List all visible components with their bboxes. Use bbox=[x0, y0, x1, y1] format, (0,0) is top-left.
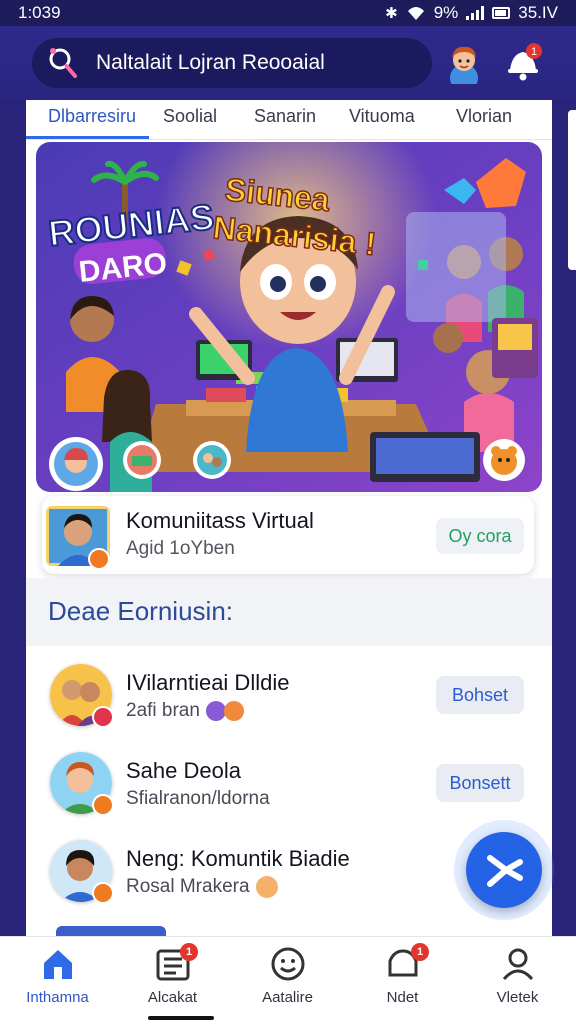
app-header: Naltalait Lojran Reooaial 1 bbox=[0, 26, 576, 100]
emoji-icon bbox=[255, 876, 278, 898]
bottom-nav: Inthamna 1 Alcakat Aatalire 1 Ndet Vlete… bbox=[0, 936, 576, 1024]
profile-icon bbox=[502, 948, 534, 981]
nav-label-chat: Ndet bbox=[386, 989, 419, 1006]
community-card[interactable]: Komuniitass Virtual Agid 1oYben Oy cora bbox=[42, 496, 534, 574]
list-item[interactable]: IVilarntieai Dlldie 2afi bran Bohset bbox=[26, 652, 552, 740]
list-item-title: Sahe Deola bbox=[126, 758, 241, 783]
search-text: Naltalait Lojran Reooaial bbox=[96, 51, 325, 74]
main-panel: Dlbarresiru Soolial Sanarin Vituoma Vlor… bbox=[26, 100, 552, 940]
list-item-button[interactable]: Bohset bbox=[436, 676, 524, 714]
banner-mascot-icon[interactable] bbox=[482, 438, 526, 482]
list-item[interactable]: Sahe Deola Sfialranon/ldorna Bonsett bbox=[26, 740, 552, 828]
status-time: 1:039 bbox=[18, 3, 61, 22]
list-item-subtitle: Sfialranon/ldorna bbox=[126, 788, 270, 809]
list-item-subtitle: 2afi bran bbox=[126, 700, 244, 722]
community-badge-icon bbox=[88, 548, 110, 570]
banner-illustration: ROUNIAS DARO Siunea Nanarisia ! bbox=[36, 142, 542, 492]
search-icon bbox=[49, 48, 77, 78]
nav-item-chat[interactable]: 1 Ndet bbox=[345, 937, 460, 1024]
nav-label-smiley: Aatalire bbox=[262, 989, 313, 1006]
nav-item-smiley[interactable]: Aatalire bbox=[230, 937, 345, 1024]
signal-icon bbox=[466, 6, 485, 20]
home-indicator bbox=[148, 1016, 214, 1020]
list-item-title: IVilarntieai Dlldie bbox=[126, 670, 290, 695]
nav-label-news: Alcakat bbox=[147, 989, 198, 1006]
hero-banner[interactable]: ROUNIAS DARO Siunea Nanarisia ! bbox=[36, 142, 542, 492]
banner-avatar-3[interactable] bbox=[192, 440, 232, 480]
emoji-icon bbox=[223, 701, 244, 721]
active-tab-indicator bbox=[26, 136, 149, 139]
tab-sanarin[interactable]: Sanarin bbox=[254, 106, 316, 127]
community-subtitle: Agid 1oYben bbox=[126, 538, 235, 559]
list-item-title: Neng: Komuntik Biadie bbox=[126, 846, 350, 871]
emoji-icon bbox=[205, 701, 226, 721]
nav-item-home[interactable]: Inthamna bbox=[0, 937, 115, 1024]
battery-percent: 9% bbox=[433, 3, 459, 22]
section-title: Deae Eorniusin: bbox=[48, 596, 233, 626]
status-icons: ✱ 9% 35.IV bbox=[385, 3, 558, 23]
tab-vituoma[interactable]: Vituoma bbox=[349, 106, 415, 127]
banner-avatar-2[interactable] bbox=[122, 440, 162, 480]
nav-label-profile: Vletek bbox=[496, 989, 539, 1006]
tab-dlbarresiru[interactable]: Dlbarresiru bbox=[48, 106, 136, 127]
banner-avatar-1[interactable] bbox=[48, 436, 104, 492]
section-header: Deae Eorniusin: bbox=[26, 578, 552, 646]
list-item-button[interactable]: Bonsett bbox=[436, 764, 524, 802]
nav-item-news[interactable]: 1 Alcakat bbox=[115, 937, 230, 1024]
list-item-subtitle: Rosal Mrakera bbox=[126, 876, 278, 898]
community-title: Komuniitass Virtual bbox=[126, 508, 314, 533]
carrier-text: 35.IV bbox=[518, 3, 558, 22]
nav-item-profile[interactable]: Vletek bbox=[460, 937, 575, 1024]
list-item-badge bbox=[92, 794, 114, 816]
send-icon bbox=[487, 855, 523, 887]
status-bar: 1:039 ✱ 9% 35.IV bbox=[0, 0, 576, 26]
send-fab-button[interactable] bbox=[466, 832, 542, 908]
tab-bar: Dlbarresiru Soolial Sanarin Vituoma Vlor… bbox=[26, 100, 552, 140]
tab-soolial[interactable]: Soolial bbox=[163, 106, 217, 127]
nav-label-home: Inthamna bbox=[26, 989, 89, 1006]
join-button[interactable]: Oy cora bbox=[436, 518, 524, 554]
nav-badge-chat: 1 bbox=[411, 943, 429, 961]
notification-badge: 1 bbox=[531, 46, 537, 58]
nav-badge-news: 1 bbox=[180, 943, 198, 961]
home-icon bbox=[44, 950, 72, 979]
tab-vlorian[interactable]: Vlorian bbox=[456, 106, 512, 127]
bluetooth-icon: ✱ bbox=[385, 5, 398, 22]
notification-bell-icon[interactable]: 1 bbox=[500, 40, 546, 86]
battery-icon bbox=[492, 7, 511, 19]
smiley-icon bbox=[271, 947, 305, 981]
wifi-icon bbox=[407, 7, 424, 20]
search-bar[interactable]: Naltalait Lojran Reooaial bbox=[32, 38, 432, 88]
list-item-badge bbox=[92, 882, 114, 904]
profile-avatar[interactable] bbox=[442, 40, 486, 84]
list-item-badge bbox=[92, 706, 114, 728]
side-panel-edge bbox=[568, 110, 576, 270]
